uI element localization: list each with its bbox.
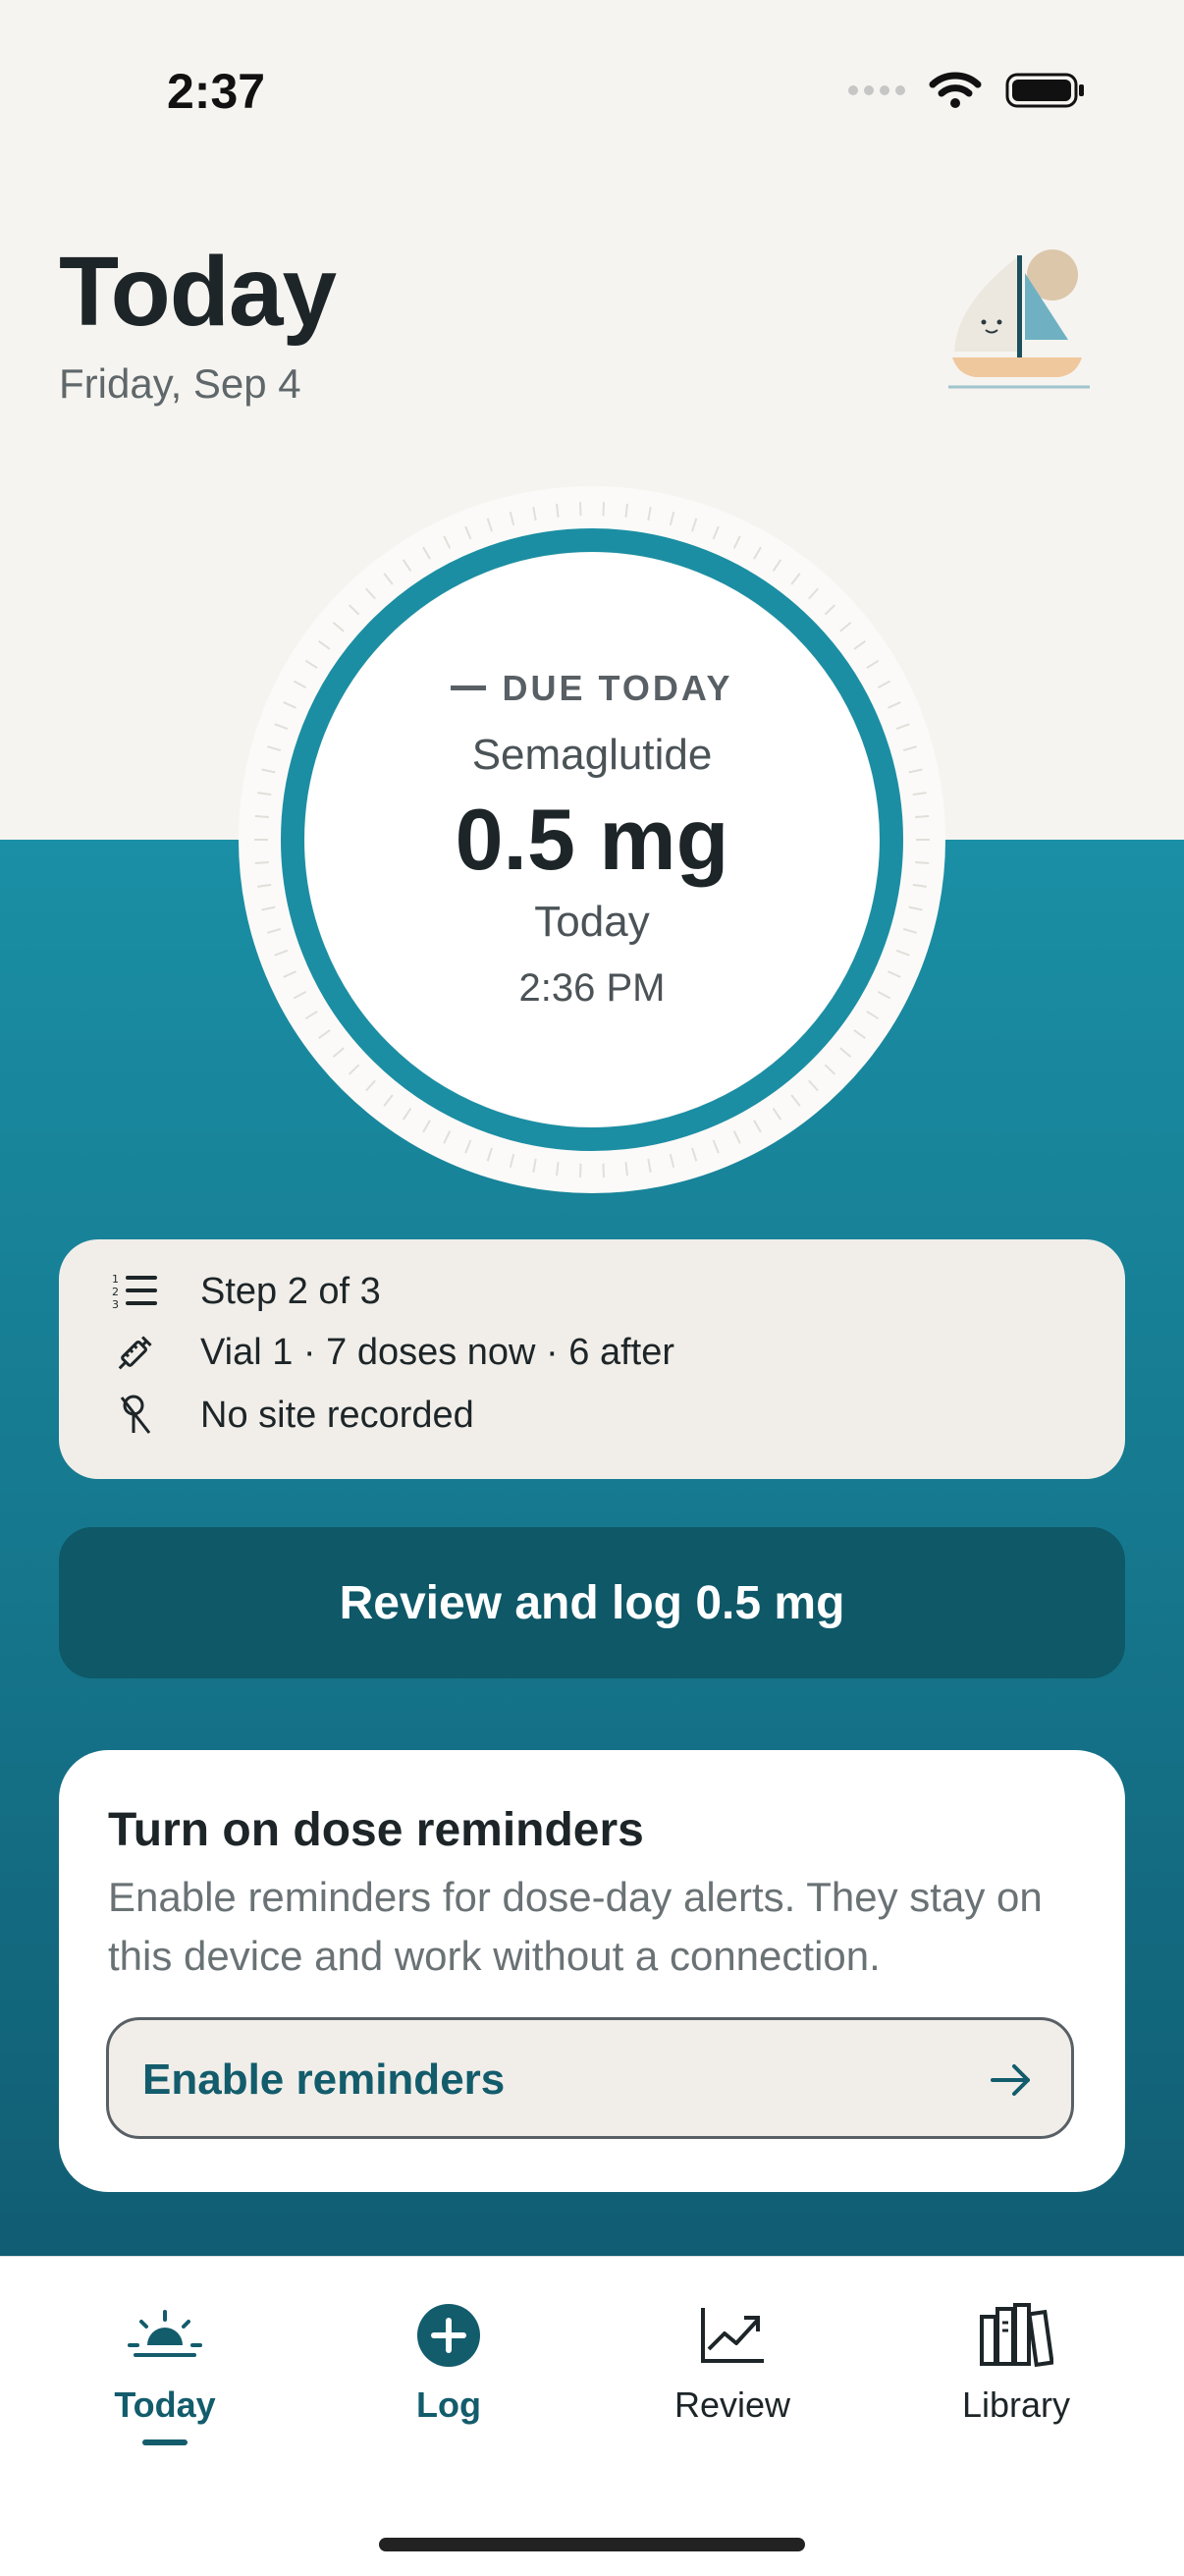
step-row: 1 2 3 Step 2 of 3 bbox=[110, 1269, 381, 1314]
arrow-right-icon bbox=[987, 2055, 1036, 2105]
enable-reminders-label: Enable reminders bbox=[142, 2055, 505, 2105]
numbered-list-icon: 1 2 3 bbox=[110, 1269, 161, 1314]
dose-time: 2:36 PM bbox=[238, 966, 946, 1011]
page-header: Today Friday, Sep 4 bbox=[59, 236, 336, 408]
tab-today-label: Today bbox=[67, 2384, 263, 2426]
home-indicator bbox=[379, 2538, 805, 2551]
tab-log-label: Log bbox=[350, 2384, 547, 2426]
cellular-signal-icon bbox=[848, 85, 905, 95]
dash-icon bbox=[451, 685, 486, 690]
tab-library-label: Library bbox=[918, 2384, 1114, 2426]
status-bar: 2:37 bbox=[0, 0, 1184, 196]
step-text: Step 2 of 3 bbox=[200, 1271, 381, 1313]
svg-text:2: 2 bbox=[112, 1286, 119, 1298]
tab-review[interactable]: Review bbox=[634, 2296, 831, 2426]
syringe-icon bbox=[110, 1330, 161, 1375]
tab-bar: Today Log Review bbox=[0, 2256, 1184, 2576]
reminder-card: Turn on dose reminders Enable reminders … bbox=[59, 1750, 1125, 2192]
vial-text: Vial 1 · 7 doses now · 6 after bbox=[200, 1332, 674, 1374]
dose-dial-content: DUE TODAY Semaglutide 0.5 mg Today 2:36 … bbox=[238, 485, 946, 1194]
sunrise-icon bbox=[128, 2308, 202, 2363]
pin-off-icon bbox=[110, 1393, 161, 1438]
site-row: No site recorded bbox=[110, 1393, 474, 1438]
battery-icon bbox=[1005, 71, 1086, 110]
selected-indicator bbox=[142, 2439, 188, 2445]
page-title: Today bbox=[59, 236, 336, 349]
svg-text:3: 3 bbox=[112, 1298, 119, 1311]
due-status-label: DUE TODAY bbox=[502, 668, 732, 708]
dose-info-card: 1 2 3 Step 2 of 3 bbox=[59, 1239, 1125, 1479]
site-text: No site recorded bbox=[200, 1395, 474, 1437]
wifi-icon bbox=[929, 71, 982, 110]
reminder-title: Turn on dose reminders bbox=[108, 1803, 644, 1857]
reminder-description: Enable reminders for dose-day alerts. Th… bbox=[108, 1868, 1100, 1986]
tab-log[interactable]: Log bbox=[350, 2296, 547, 2426]
svg-text:1: 1 bbox=[112, 1273, 119, 1286]
vial-row: Vial 1 · 7 doses now · 6 after bbox=[110, 1330, 674, 1375]
trend-chart-icon bbox=[699, 2306, 766, 2365]
due-status: DUE TODAY bbox=[238, 668, 946, 709]
sailboat-illustration-icon bbox=[942, 246, 1100, 403]
review-and-log-button[interactable]: Review and log 0.5 mg bbox=[59, 1527, 1125, 1678]
tab-review-label: Review bbox=[634, 2384, 831, 2426]
status-icons bbox=[848, 71, 1086, 110]
status-time: 2:37 bbox=[167, 63, 265, 120]
books-icon bbox=[979, 2303, 1053, 2368]
tab-library[interactable]: Library bbox=[918, 2296, 1114, 2426]
tab-today[interactable]: Today bbox=[67, 2296, 263, 2445]
medication-name: Semaglutide bbox=[238, 731, 946, 780]
review-and-log-label: Review and log 0.5 mg bbox=[340, 1576, 845, 1630]
dose-day: Today bbox=[238, 898, 946, 947]
plus-circle-icon bbox=[416, 2303, 481, 2368]
current-date: Friday, Sep 4 bbox=[59, 360, 336, 408]
dose-amount: 0.5 mg bbox=[238, 790, 946, 890]
enable-reminders-button[interactable]: Enable reminders bbox=[106, 2017, 1074, 2139]
